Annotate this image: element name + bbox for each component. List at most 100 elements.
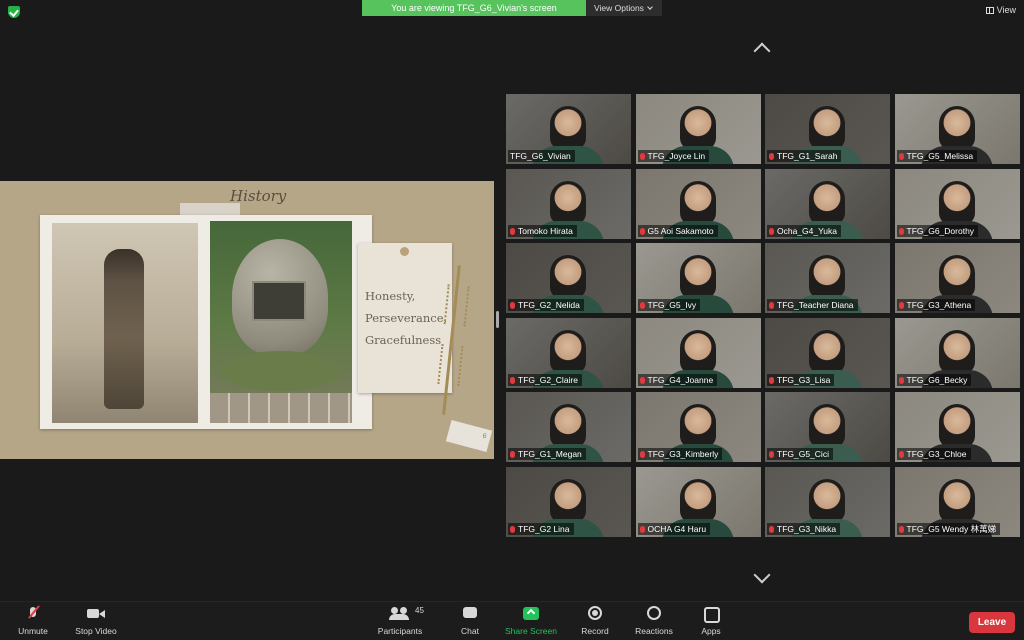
participant-face (809, 404, 845, 448)
chat-button[interactable]: Chat (454, 606, 486, 636)
apps-label: Apps (701, 626, 721, 636)
meeting-toolbar: Unmute Stop Video 45 Participants Chat S… (0, 601, 1024, 640)
participant-name: TFG_Teacher Diana (777, 300, 854, 310)
participant-name-label: TFG_G5_Cici (767, 448, 833, 460)
share-screen-icon (523, 606, 539, 622)
gallery-page-up-button[interactable] (752, 42, 772, 60)
participant-name: TFG_G3_Athena (906, 300, 972, 310)
participant-face (938, 329, 975, 374)
participant-name: TFG_G3_Lisa (777, 374, 831, 385)
pushpin-icon (400, 247, 409, 256)
participant-face (938, 180, 975, 225)
participant-video-tile[interactable]: TFG_G2_Claire (506, 317, 631, 388)
participant-name-label: TFG_G6_Dorothy (896, 224, 979, 237)
chevron-up-icon (753, 42, 771, 60)
muted-mic-icon (639, 525, 645, 533)
chat-label: Chat (461, 626, 479, 636)
brick-border (210, 393, 352, 423)
participant-name: TFG_G5 Wendy 林萬娣 (906, 523, 997, 534)
participant-name-label: TFG_G2_Nelida (508, 299, 584, 311)
stone-plaque (252, 281, 306, 321)
participant-video-tile[interactable]: TFG_G2_Nelida (506, 243, 631, 313)
participant-name: OCHA G4 Haru (647, 523, 707, 534)
view-options-label: View Options (594, 3, 644, 13)
participant-name-label: TFG_G5_Melissa (896, 150, 978, 162)
view-button[interactable]: View (985, 5, 1016, 15)
participant-video-tile[interactable]: TFG_G6_Dorothy (894, 168, 1020, 239)
participant-name: Tomoko Hirata (518, 225, 573, 236)
participant-video-tile[interactable]: TFG_Teacher Diana (765, 243, 890, 313)
participant-video-tile[interactable]: TFG_Joyce Lin (635, 94, 761, 164)
leave-button[interactable]: Leave (969, 612, 1015, 633)
record-button[interactable]: Record (576, 606, 614, 636)
participant-face (938, 404, 975, 448)
shared-screen-slide: History Honesty, Perseverance, Gracefuln… (0, 181, 494, 459)
participant-video-tile[interactable]: TFG_G4_Joanne (635, 317, 761, 388)
girl-figure (104, 249, 144, 409)
muted-mic-icon (510, 302, 515, 309)
participant-name: TFG_G5_Ivy (647, 300, 697, 310)
participant-face (938, 106, 975, 150)
participants-icon: 45 (389, 606, 424, 622)
muted-mic-icon (898, 376, 904, 384)
participant-video-tile[interactable]: Ocha_G4_Yuka (765, 168, 890, 239)
gallery-page-down-button[interactable] (752, 566, 772, 586)
view-options-button[interactable]: View Options (586, 0, 662, 16)
participant-video-tile[interactable]: TFG_G2 Lina (506, 466, 631, 537)
participant-name: TFG_G2_Nelida (518, 300, 580, 310)
participant-video-tile[interactable]: Tomoko Hirata (506, 168, 631, 239)
participant-face (550, 329, 586, 374)
security-shield-icon[interactable] (8, 6, 20, 18)
video-camera-icon (87, 606, 105, 622)
slide-title: History (230, 187, 287, 205)
participant-video-tile[interactable]: TFG_G3_Chloe (894, 392, 1020, 462)
participant-name: TFG_G6_Becky (906, 374, 968, 385)
share-screen-button[interactable]: Share Screen (502, 606, 560, 636)
participants-button[interactable]: 45 Participants (372, 606, 428, 636)
participant-name-label: TFG_G4_Joanne (637, 373, 718, 386)
participant-video-tile[interactable]: TFG_G1_Sarah (765, 94, 890, 164)
participant-video-tile[interactable]: TFG_G5 Wendy 林萬娣 (894, 466, 1020, 537)
participant-name: TFG_G3_Nikka (777, 523, 837, 534)
participant-video-tile[interactable]: TFG_G6_Vivian (506, 94, 631, 164)
muted-mic-icon (769, 451, 774, 458)
participant-video-tile[interactable]: G5 Aoi Sakamoto (635, 168, 761, 239)
historical-girl-photo (52, 223, 198, 423)
participant-name: TFG_G3_Kimberly (647, 449, 719, 459)
participant-video-tile[interactable]: TFG_G6_Becky (894, 317, 1020, 388)
participant-video-tile[interactable]: TFG_G3_Nikka (765, 466, 890, 537)
participant-name-label: TFG_Joyce Lin (637, 150, 710, 162)
participant-face (679, 106, 716, 150)
participants-count: 45 (415, 606, 424, 615)
participant-name: TFG_G2_Claire (518, 374, 578, 385)
participant-name: TFG_G6_Vivian (510, 151, 571, 161)
participant-video-tile[interactable]: TFG_G3_Lisa (765, 317, 890, 388)
microphone-muted-icon (28, 606, 38, 622)
muted-mic-icon (898, 227, 904, 235)
participant-face (679, 404, 716, 448)
participant-name: TFG_Joyce Lin (647, 151, 706, 161)
stone-monument-photo (210, 221, 352, 423)
participant-video-tile[interactable]: TFG_G1_Megan (506, 392, 631, 462)
participant-video-tile[interactable]: TFG_G3_Kimberly (635, 392, 761, 462)
participant-face (809, 180, 845, 225)
reactions-button[interactable]: Reactions (632, 606, 676, 636)
note-line: Honesty, (365, 289, 416, 303)
muted-mic-icon (898, 153, 904, 160)
participant-video-tile[interactable]: TFG_G5_Cici (765, 392, 890, 462)
unmute-button[interactable]: Unmute (14, 606, 52, 636)
participant-video-tile[interactable]: OCHA G4 Haru (635, 466, 761, 537)
participant-face (938, 255, 975, 299)
participant-video-tile[interactable]: TFG_G3_Athena (894, 243, 1020, 313)
split-resize-handle[interactable] (496, 311, 499, 328)
participant-name-label: TFG_G2_Claire (508, 373, 582, 386)
participant-name: TFG_G5_Cici (777, 449, 829, 459)
muted-mic-icon (639, 376, 645, 384)
stop-video-button[interactable]: Stop Video (70, 606, 122, 636)
unmute-label: Unmute (18, 626, 48, 636)
participant-video-tile[interactable]: TFG_G5_Melissa (894, 94, 1020, 164)
apps-button[interactable]: Apps (696, 606, 726, 636)
participant-face (809, 329, 845, 374)
chat-bubble-icon (463, 606, 477, 622)
participant-video-tile[interactable]: TFG_G5_Ivy (635, 243, 761, 313)
